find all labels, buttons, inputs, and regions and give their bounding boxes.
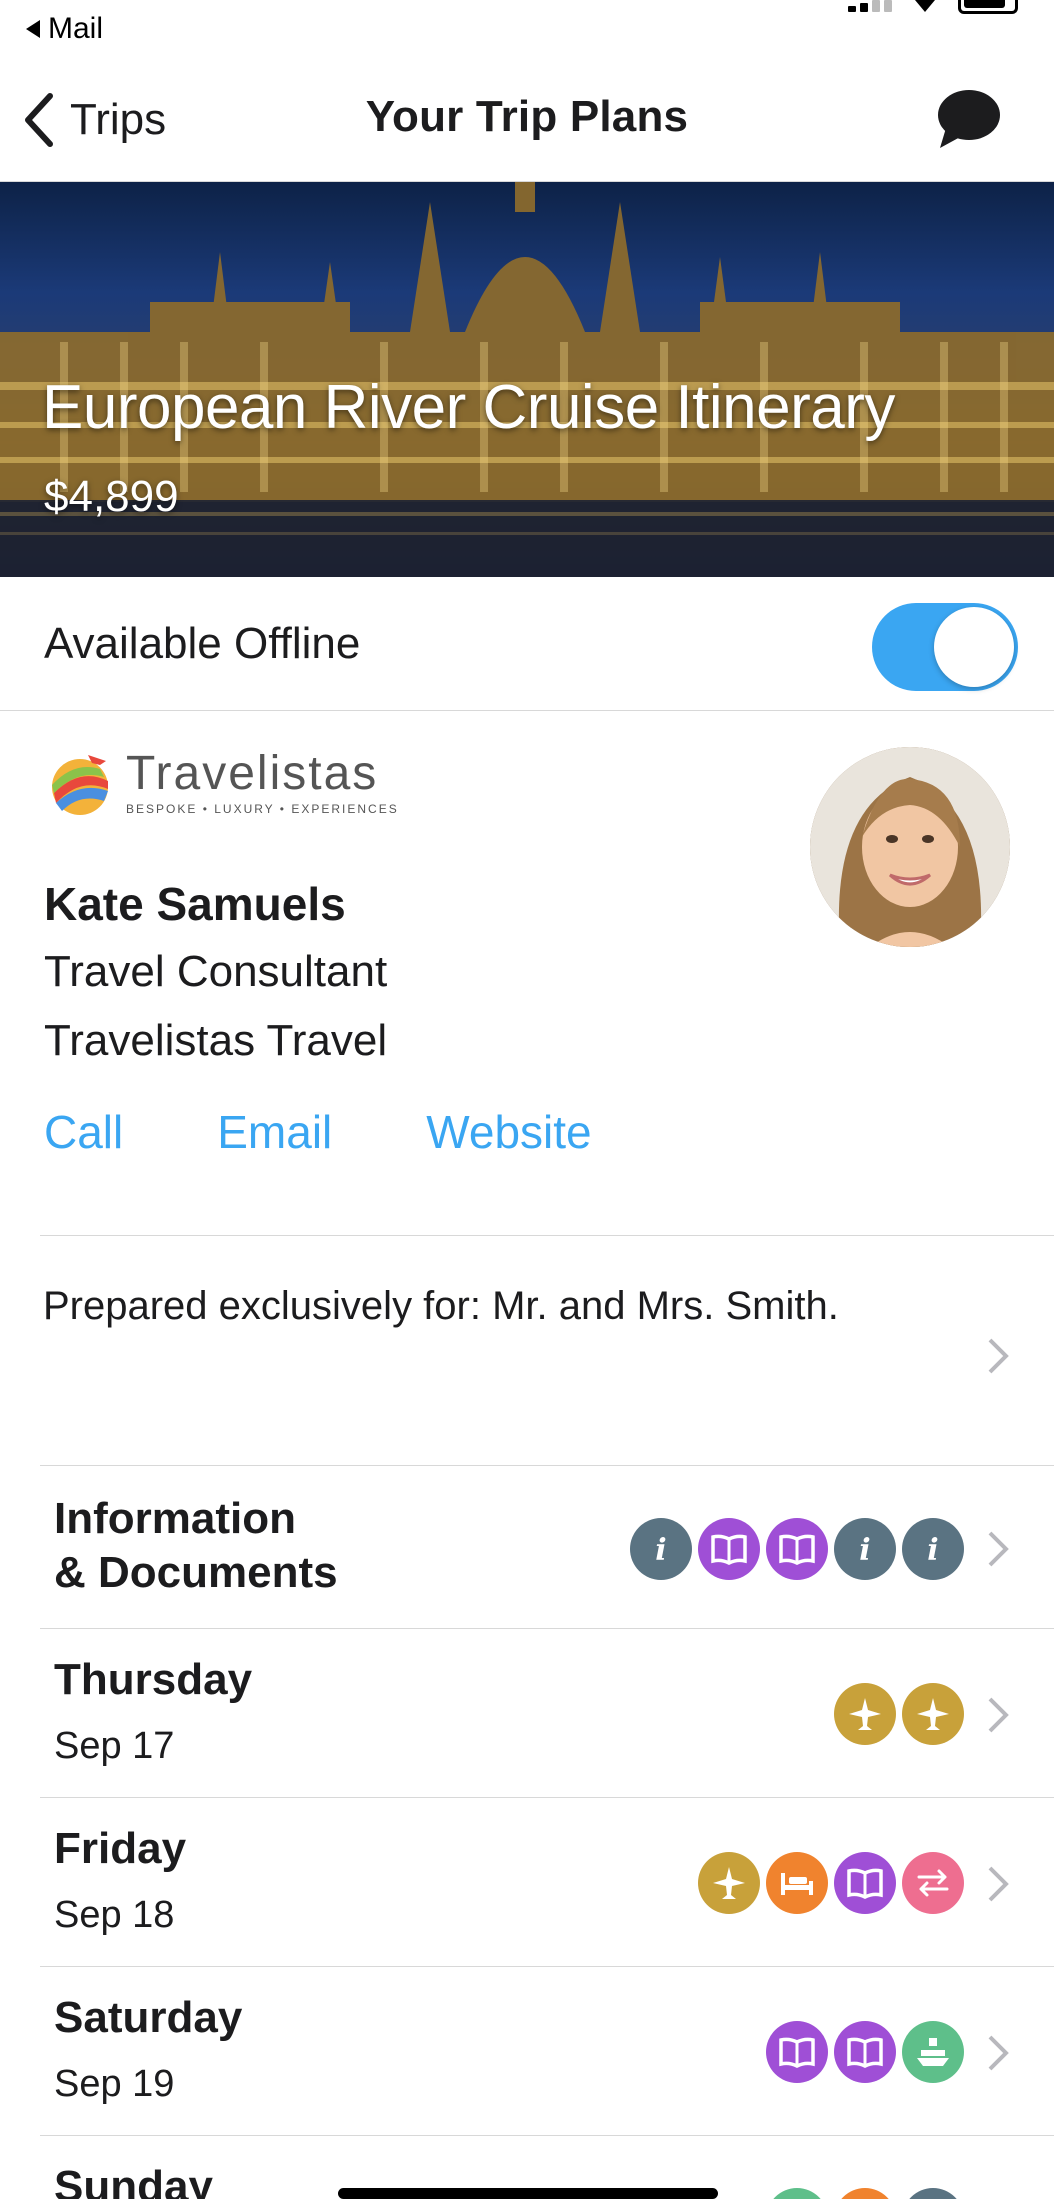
email-link[interactable]: Email xyxy=(217,1105,332,1159)
section-activity-icons xyxy=(766,2021,964,2083)
info-icon: i xyxy=(902,1518,964,1580)
ship-icon xyxy=(902,2021,964,2083)
ship-icon xyxy=(766,2188,828,2199)
section-row-day[interactable]: Saturday Sep 19 xyxy=(40,1966,1054,2135)
chat-bubble-icon[interactable] xyxy=(936,88,1002,152)
hotel-icon xyxy=(766,1852,828,1914)
travelistas-logo-mark-icon xyxy=(52,755,108,815)
info-icon: i xyxy=(834,1518,896,1580)
day-date: Sep 17 xyxy=(54,1725,175,1767)
status-icons xyxy=(848,0,1018,14)
book-icon xyxy=(834,1852,896,1914)
consultant-card: Travelistas BESPOKE • LUXURY • EXPERIENC… xyxy=(0,711,1054,1235)
available-offline-row: Available Offline xyxy=(0,577,1054,711)
section-activity-icons: i i i xyxy=(630,1518,964,1580)
logo-tagline: BESPOKE • LUXURY • EXPERIENCES xyxy=(126,802,399,816)
day-title: Saturday xyxy=(54,1993,243,2042)
wifi-icon xyxy=(915,0,935,12)
section-title-line1: Information xyxy=(54,1494,296,1543)
home-indicator[interactable] xyxy=(338,2188,718,2199)
book-icon xyxy=(766,1518,828,1580)
call-link[interactable]: Call xyxy=(44,1105,123,1159)
trip-hero-banner: European River Cruise Itinerary $4,899 xyxy=(0,182,1054,577)
chevron-right-icon xyxy=(988,1697,1009,1733)
flight-icon xyxy=(698,1852,760,1914)
book-icon xyxy=(834,2021,896,2083)
consultant-face-image xyxy=(810,747,1010,947)
day-title: Thursday xyxy=(54,1655,253,1704)
day-date: Sep 18 xyxy=(54,1894,175,1936)
consultant-company: Travelistas Travel xyxy=(44,1016,388,1065)
consultant-contact-links: Call Email Website xyxy=(44,1105,592,1159)
prepared-for-row[interactable]: Prepared exclusively for: Mr. and Mrs. S… xyxy=(40,1235,1054,1465)
book-icon xyxy=(698,1518,760,1580)
section-title-line2: & Documents xyxy=(54,1548,338,1597)
available-offline-label: Available Offline xyxy=(44,619,361,668)
consultant-avatar xyxy=(810,747,1010,947)
info-icon: i xyxy=(630,1518,692,1580)
trip-price: $4,899 xyxy=(44,472,179,521)
transfer-icon xyxy=(902,1852,964,1914)
section-activity-icons xyxy=(834,1683,964,1745)
consultant-name: Kate Samuels xyxy=(44,878,346,930)
section-activity-icons xyxy=(698,1852,964,1914)
battery-icon xyxy=(958,0,1018,14)
page-title: Your Trip Plans xyxy=(365,92,689,141)
svg-text:i: i xyxy=(655,1533,666,1568)
back-triangle-icon xyxy=(26,20,40,38)
chevron-right-icon xyxy=(988,1338,1009,1374)
logo-name: Travelistas xyxy=(126,747,379,800)
chevron-right-icon xyxy=(988,1866,1009,1902)
svg-text:i: i xyxy=(927,1533,938,1568)
hotel-icon xyxy=(834,2188,896,2199)
back-to-mail-label: Mail xyxy=(48,12,104,45)
trip-title: European River Cruise Itinerary xyxy=(42,373,895,442)
prepared-for-text: Prepared exclusively for: Mr. and Mrs. S… xyxy=(43,1284,839,1328)
section-row-day[interactable]: Thursday Sep 17 xyxy=(40,1628,1054,1797)
section-row-day[interactable]: Friday Sep 18 xyxy=(40,1797,1054,1966)
status-bar: Mail xyxy=(0,0,1054,52)
consultant-role: Travel Consultant xyxy=(44,947,388,996)
travelistas-logo: Travelistas BESPOKE • LUXURY • EXPERIENC… xyxy=(44,747,399,819)
section-row-information-documents[interactable]: Information & Documents i i i xyxy=(40,1465,1054,1628)
flight-icon xyxy=(834,1683,896,1745)
navigation-bar: Trips Your Trip Plans xyxy=(0,52,1054,182)
info-icon xyxy=(902,2188,964,2199)
day-title: Sunday xyxy=(54,2162,213,2199)
cellular-signal-icon xyxy=(848,0,892,12)
day-title: Friday xyxy=(54,1824,187,1873)
chevron-right-icon xyxy=(988,2035,1009,2071)
svg-text:i: i xyxy=(859,1533,870,1568)
book-icon xyxy=(766,2021,828,2083)
flight-icon xyxy=(902,1683,964,1745)
chevron-right-icon xyxy=(988,1531,1009,1567)
available-offline-toggle[interactable] xyxy=(872,603,1018,691)
website-link[interactable]: Website xyxy=(426,1105,591,1159)
toggle-knob xyxy=(934,607,1014,687)
back-to-mail-link[interactable]: Mail xyxy=(26,12,103,46)
section-activity-icons xyxy=(766,2188,964,2199)
day-date: Sep 19 xyxy=(54,2063,175,2105)
